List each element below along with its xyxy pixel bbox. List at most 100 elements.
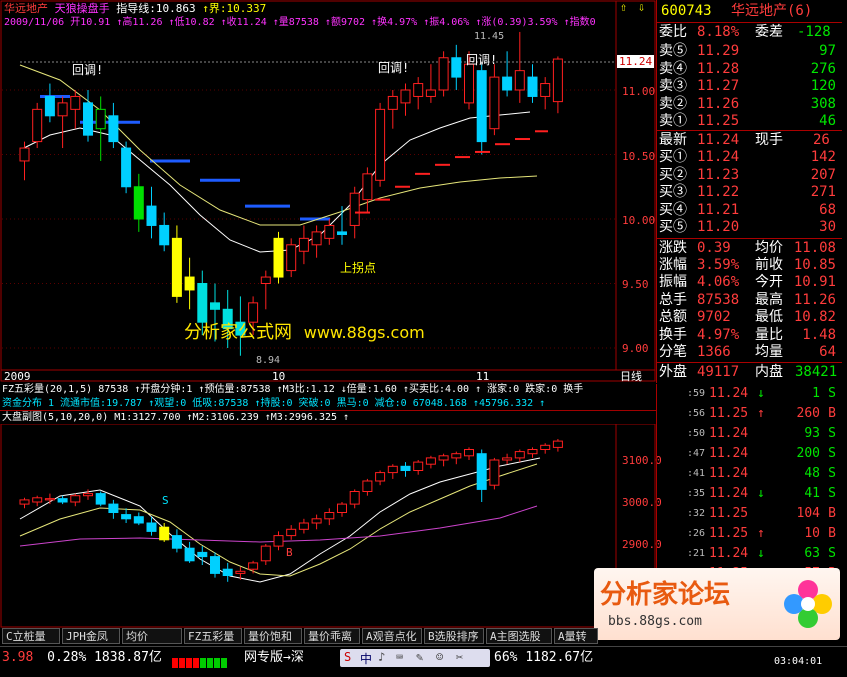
candle-body[interactable]	[311, 231, 322, 246]
trade-row[interactable]: :32 11.25 104 B	[657, 504, 841, 524]
sell-level-row[interactable]: 卖⑤ 11.29 97	[657, 42, 842, 60]
formula-tab[interactable]: 量价饱和	[244, 628, 302, 644]
candle-body[interactable]	[197, 283, 208, 323]
sub-candle-body[interactable]	[540, 444, 551, 450]
sub-candle-body[interactable]	[19, 499, 30, 505]
trade-row[interactable]: :41 11.24 48 S	[657, 464, 841, 484]
sub-candle-body[interactable]	[133, 516, 144, 524]
candle-body[interactable]	[44, 95, 55, 117]
buy-level-row[interactable]: 买② 11.23 207	[657, 166, 842, 184]
sub-candle-body[interactable]	[83, 493, 93, 497]
sub-candle-body[interactable]	[146, 522, 157, 532]
candle-body[interactable]	[514, 70, 525, 91]
sub-candle-body[interactable]	[32, 497, 43, 503]
sub-candle-body[interactable]	[375, 472, 386, 482]
sub-candle-body[interactable]	[108, 503, 119, 513]
candle-body[interactable]	[57, 102, 68, 117]
candle-body[interactable]	[146, 205, 157, 226]
candle-body[interactable]	[387, 95, 398, 110]
candle-body[interactable]	[273, 237, 284, 278]
sub-candle-body[interactable]	[273, 535, 284, 547]
candle-body[interactable]	[489, 76, 500, 130]
sub-candle-body[interactable]	[171, 535, 182, 549]
candle-body[interactable]	[552, 58, 563, 103]
ime-user-icon[interactable]: ☺	[436, 650, 443, 664]
sub-candle-body[interactable]	[362, 480, 373, 492]
trade-row[interactable]: :50 11.24 93 S	[657, 424, 841, 444]
candle-body[interactable]	[210, 302, 220, 310]
candle-body[interactable]	[425, 89, 436, 97]
candle-body[interactable]	[400, 89, 411, 104]
sell-level-row[interactable]: 卖① 11.25 46	[657, 112, 842, 130]
candle-body[interactable]	[19, 147, 30, 162]
sub-candle-body[interactable]	[324, 512, 335, 520]
ime-cn-icon[interactable]: 中	[360, 650, 372, 667]
sub-candle-body[interactable]	[387, 465, 398, 474]
ime-settings-icon[interactable]: ✂	[456, 650, 463, 664]
formula-tab[interactable]: C立桩量主图	[2, 628, 60, 659]
candle-body[interactable]	[286, 244, 297, 272]
sub-chart[interactable]: 3100.0 3000.0 2900.0 S B	[0, 423, 662, 628]
sub-candle-body[interactable]	[235, 570, 246, 574]
candle-body[interactable]	[133, 186, 144, 220]
candle-body[interactable]	[298, 237, 309, 252]
sub-candle-body[interactable]	[210, 556, 220, 574]
sub-candle-body[interactable]	[413, 461, 424, 471]
candle-body[interactable]	[337, 231, 347, 235]
scroll-down-icon[interactable]: ⇩	[638, 0, 645, 14]
formula-tab[interactable]: 量价乖离	[304, 628, 360, 644]
formula-tab[interactable]: B选股排序	[424, 628, 484, 644]
sub-candle-body[interactable]	[311, 518, 322, 524]
sell-level-row[interactable]: 卖③ 11.27 120	[657, 77, 842, 95]
indicator-row-fund[interactable]: 资金分布 1 流通市值:19.787 ↑观望:0 低吸:87538 ↑持股:0 …	[2, 397, 614, 410]
ime-icon[interactable]: S	[344, 650, 351, 664]
sub-candle-body[interactable]	[222, 568, 233, 576]
sub-candle-body[interactable]	[70, 495, 81, 503]
sub-candle-body[interactable]	[489, 459, 500, 486]
indicator-row-market[interactable]: 大盘副图(5,10,20,0) M1:3127.700 ↑M2:3106.239…	[2, 411, 614, 424]
sub-candle-body[interactable]	[552, 440, 563, 448]
sub-candle-body[interactable]	[121, 514, 132, 520]
trade-row[interactable]: :35 11.24 ↓ 41 S	[657, 484, 841, 504]
buy-level-row[interactable]: 买④ 11.21 68	[657, 201, 842, 219]
sub-candle-body[interactable]	[476, 453, 487, 490]
formula-tab[interactable]: A主图选股	[486, 628, 552, 644]
sub-candle-body[interactable]	[197, 551, 208, 558]
candle-body[interactable]	[108, 115, 119, 143]
candle-body[interactable]	[159, 224, 170, 246]
sub-candle-body[interactable]	[44, 498, 55, 501]
candle-body[interactable]	[362, 173, 373, 201]
buy-level-row[interactable]: 买① 11.24 142	[657, 148, 842, 166]
trade-row[interactable]: :21 11.24 ↓ 63 S	[657, 544, 841, 564]
sub-candle-body[interactable]	[184, 547, 195, 562]
candle-body[interactable]	[438, 57, 449, 91]
scroll-up-icon[interactable]: ⇧	[620, 0, 627, 14]
sub-candle-body[interactable]	[57, 498, 68, 503]
sub-candle-body[interactable]	[400, 465, 411, 471]
sell-level-row[interactable]: 卖④ 11.28 276	[657, 60, 842, 78]
sub-candle-body[interactable]	[514, 451, 525, 459]
sub-candle-body[interactable]	[502, 457, 513, 461]
sub-candle-body[interactable]	[260, 545, 271, 562]
ime-toolbar[interactable]: S 中 ♪ ⌨ ✎ ☺ ✂	[340, 649, 490, 667]
sub-candle-body[interactable]	[337, 503, 347, 513]
formula-tab[interactable]: A量转	[554, 628, 598, 644]
formula-tab[interactable]: FZ五彩量	[184, 628, 242, 644]
candle-body[interactable]	[451, 57, 462, 78]
trade-row[interactable]: :56 11.25 ↑ 260 B	[657, 404, 841, 424]
ime-keyboard-icon[interactable]: ⌨	[396, 650, 403, 664]
trade-row[interactable]: :59 11.24 ↓ 1 S	[657, 384, 841, 404]
ime-tool-icon[interactable]: ✎	[416, 650, 423, 664]
sub-candle-body[interactable]	[527, 449, 538, 455]
buy-level-row[interactable]: 买⑤ 11.20 30	[657, 218, 842, 236]
sub-candle-body[interactable]	[159, 526, 170, 541]
buy-level-row[interactable]: 买③ 11.22 271	[657, 183, 842, 201]
indicator-row-fz[interactable]: FZ五彩量(20,1,5) 87538 ↑开盘分钟:1 ↑预估量:87538 ↑…	[2, 383, 614, 396]
candle-body[interactable]	[324, 224, 335, 239]
sell-level-row[interactable]: 卖② 11.26 308	[657, 95, 842, 113]
candle-body[interactable]	[375, 108, 386, 181]
candle-body[interactable]	[464, 63, 474, 104]
candle-body[interactable]	[32, 108, 43, 143]
sub-candle-body[interactable]	[95, 493, 106, 505]
sub-candle-body[interactable]	[425, 457, 436, 465]
